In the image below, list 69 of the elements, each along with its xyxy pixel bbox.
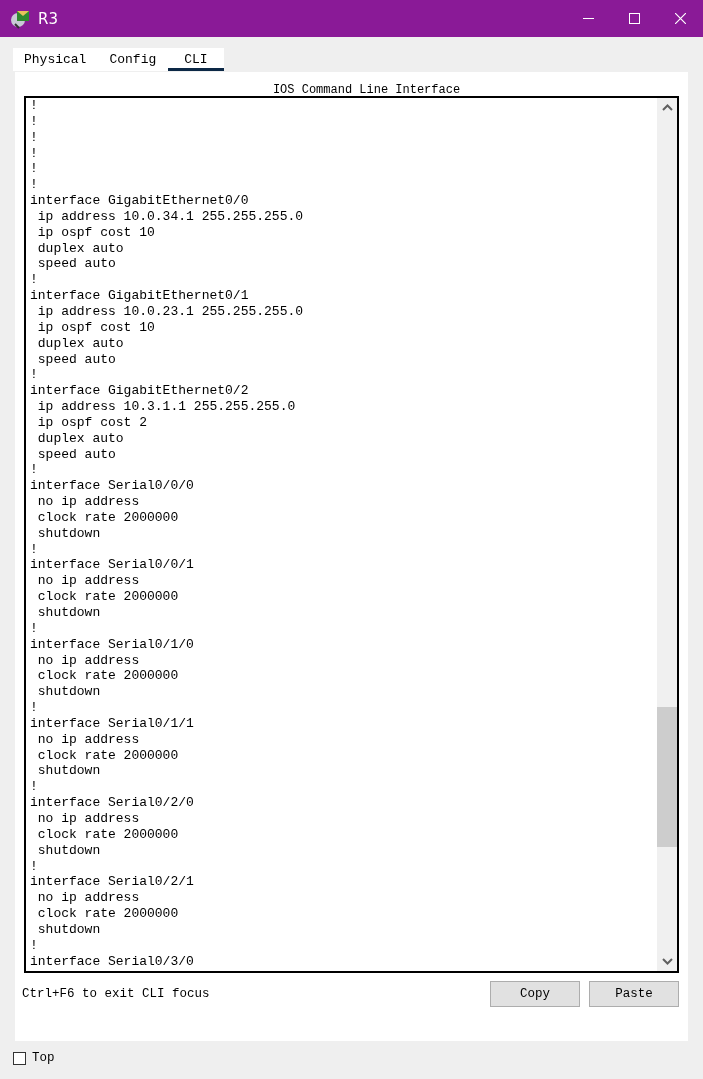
cli-line: duplex auto xyxy=(36,240,124,257)
cli-line: ! xyxy=(30,462,38,479)
cli-line: ip address 10.0.34.1 255.255.255.0 xyxy=(36,208,304,225)
cli-line: speed auto xyxy=(36,256,116,273)
cli-line: no ip address xyxy=(36,494,140,510)
cli-line: no ip address xyxy=(36,652,140,669)
cli-line: interface Serial0/0/1 xyxy=(30,557,194,574)
cli-line: no ip address xyxy=(36,731,140,748)
cli-line: shutdown xyxy=(36,921,101,938)
cli-line: interface GigabitEthernet0/2 xyxy=(30,383,249,400)
cli-line: shutdown xyxy=(36,684,101,701)
cli-line: ip ospf cost 10 xyxy=(36,319,155,336)
action-button[interactable]: Paste xyxy=(589,981,679,1007)
cli-line: speed auto xyxy=(36,351,116,368)
cli-line: ! xyxy=(30,272,38,289)
close-icon[interactable] xyxy=(674,13,686,24)
cli-line: clock rate 2000000 xyxy=(36,906,179,922)
cli-line: ! xyxy=(30,129,38,146)
cli-line: ! xyxy=(30,367,38,384)
cli-line: no ip address xyxy=(36,890,140,907)
action-button[interactable]: Copy xyxy=(490,981,580,1007)
cli-line: interface GigabitEthernet0/0 xyxy=(30,193,249,209)
maximize-icon[interactable] xyxy=(628,13,640,24)
cli-line: ! xyxy=(30,779,38,796)
cli-line: duplex auto xyxy=(36,335,124,352)
scroll-up-icon[interactable] xyxy=(661,104,673,111)
cli-line: ip address 10.0.23.1 255.255.255.0 xyxy=(36,303,304,320)
cli-line: ! xyxy=(30,620,38,637)
cli-focus-hint: Ctrl+F6 to exit CLI focus xyxy=(22,987,211,1001)
cli-line: ip ospf cost 2 xyxy=(36,414,148,431)
cli-line: no ip address xyxy=(36,810,140,827)
window-title: R3 xyxy=(38,9,58,28)
cli-line: interface Serial0/1/1 xyxy=(30,715,194,732)
cli-line: clock rate 2000000 xyxy=(36,589,179,605)
cli-line: interface Serial0/2/0 xyxy=(30,795,194,811)
cli-line: ! xyxy=(30,700,38,716)
scroll-down-icon[interactable] xyxy=(661,958,673,965)
cli-line: ip ospf cost 10 xyxy=(36,224,155,241)
cli-line: interface Serial0/3/0 xyxy=(30,953,194,970)
checkbox[interactable] xyxy=(13,1051,26,1065)
cli-line: duplex auto xyxy=(36,430,124,447)
cli-line: clock rate 2000000 xyxy=(36,747,179,764)
minimize-icon[interactable] xyxy=(582,18,594,19)
cli-line: ! xyxy=(30,177,38,194)
cli-line: clock rate 2000000 xyxy=(36,509,179,526)
cli-line: ! xyxy=(30,98,38,114)
scrollbar-thumb[interactable] xyxy=(657,707,677,847)
cli-line: no ip address xyxy=(36,573,140,590)
cli-line: speed auto xyxy=(36,446,116,463)
router-app-icon xyxy=(10,8,32,29)
cli-line: interface Serial0/1/0 xyxy=(30,636,194,653)
cli-line: ! xyxy=(30,113,38,130)
cli-line: clock rate 2000000 xyxy=(36,826,179,843)
cli-line: ! xyxy=(30,145,38,162)
cli-line: interface GigabitEthernet0/1 xyxy=(30,288,249,304)
cli-line: interface Serial0/2/1 xyxy=(30,874,194,891)
cli-line: ! xyxy=(30,937,38,954)
cli-heading: IOS Command Line Interface xyxy=(271,82,462,93)
cli-line: ip address 10.3.1.1 255.255.255.0 xyxy=(36,399,296,415)
cli-line: ! xyxy=(30,858,38,875)
cli-line: interface Serial0/0/0 xyxy=(30,478,194,495)
checkbox-label: Top xyxy=(32,1051,55,1065)
cli-line: shutdown xyxy=(36,763,101,780)
cli-line: shutdown xyxy=(36,842,101,859)
cli-line: ! xyxy=(30,161,38,178)
cli-line: shutdown xyxy=(36,525,101,542)
cli-line: clock rate 2000000 xyxy=(36,668,179,685)
cli-line: ! xyxy=(30,541,38,558)
cli-line: shutdown xyxy=(36,605,101,621)
